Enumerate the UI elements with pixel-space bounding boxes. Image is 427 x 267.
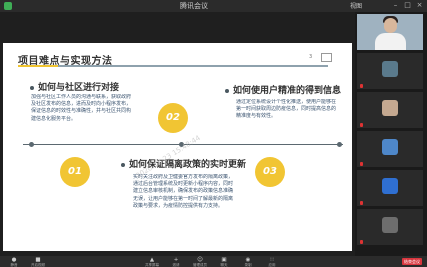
section-heading-policy: 如何保证隔离政策的实时更新 xyxy=(121,157,246,170)
bullet-icon xyxy=(121,162,125,167)
video-button[interactable]: ■ 开启视频 xyxy=(26,257,50,267)
participant-tile[interactable] xyxy=(357,209,423,245)
section-body-community: 加强与社区工作人员的沟通与联系，获取政府及社区发布的信息，进而及时向小程序发布，… xyxy=(31,94,131,122)
bullet-icon xyxy=(30,85,34,90)
record-button[interactable]: ◉ 录制 xyxy=(236,257,260,267)
participant-face xyxy=(384,18,397,33)
avatar xyxy=(382,100,398,116)
section-heading-precise-info: 如何使用户精准的得到信息 xyxy=(225,83,341,96)
participant-tile[interactable] xyxy=(357,92,423,128)
view-toggle[interactable]: 视图 xyxy=(350,1,362,10)
mic-muted-icon xyxy=(360,162,363,166)
manage-members-button[interactable]: ☺ 管理成员 xyxy=(188,257,212,267)
section-heading-community: 如何与社区进行对接 xyxy=(30,80,119,93)
mic-muted-icon xyxy=(360,84,363,88)
invite-button[interactable]: + 邀请 xyxy=(164,257,188,267)
meeting-toolbar: ● 静音 ■ 开启视频 ▲ 共享屏幕 + 邀请 ☺ 管理成员 ▣ 聊天 ◉ 录制… xyxy=(0,256,427,267)
mic-muted-icon xyxy=(360,123,363,127)
mic-muted-icon xyxy=(360,240,363,244)
avatar xyxy=(382,61,398,77)
avatar xyxy=(382,139,398,155)
participant-shirt xyxy=(375,33,406,50)
chat-button[interactable]: ▣ 聊天 xyxy=(212,257,236,267)
number-badge-01: 01 xyxy=(60,157,90,187)
title-accent-bar xyxy=(18,65,58,67)
bullet-icon xyxy=(225,88,229,93)
participant-tile[interactable] xyxy=(357,131,423,167)
timeline-dot xyxy=(337,142,342,147)
number-badge-02: 02 xyxy=(158,103,188,133)
mic-muted-icon xyxy=(360,201,363,205)
window-title: 腾讯会议 xyxy=(180,2,208,10)
close-button[interactable]: × xyxy=(416,2,423,9)
participant-panel xyxy=(355,12,427,256)
section-body-precise-info: 通过定位系统设计个性化推送，使用户能够在第一时间获取周边防疫信息，同时提高信息的… xyxy=(236,99,336,120)
number-badge-03: 03 xyxy=(255,157,285,187)
share-screen-button[interactable]: ▲ 共享屏幕 xyxy=(140,257,164,267)
avatar xyxy=(382,178,398,194)
participant-tile[interactable] xyxy=(357,170,423,206)
shared-slide: 项目难点与实现方法 3 如何与社区进行对接 加强与社区工作人员的沟通与联系，获取… xyxy=(3,43,352,251)
title-underline xyxy=(18,65,328,67)
apps-button[interactable]: ∷ 应用 xyxy=(260,257,284,267)
maximize-button[interactable]: □ xyxy=(404,2,411,9)
title-bar: 腾讯会议 视图 – □ × xyxy=(0,0,427,12)
participant-tile[interactable] xyxy=(357,53,423,89)
minimize-button[interactable]: – xyxy=(392,2,399,9)
page-number: 3 xyxy=(309,54,313,60)
avatar xyxy=(382,217,398,233)
participant-video-tile[interactable] xyxy=(357,14,423,50)
page-icon xyxy=(321,53,332,62)
security-icon[interactable] xyxy=(4,2,12,10)
timeline-dot xyxy=(29,142,34,147)
end-meeting-button[interactable]: 结束会议 xyxy=(402,258,422,265)
mute-button[interactable]: ● 静音 xyxy=(2,257,26,267)
section-body-policy: 实时关注政府及卫健委官方发布的隔离政策，通过后台管理系统及时更新小程序内容，同时… xyxy=(133,174,234,209)
